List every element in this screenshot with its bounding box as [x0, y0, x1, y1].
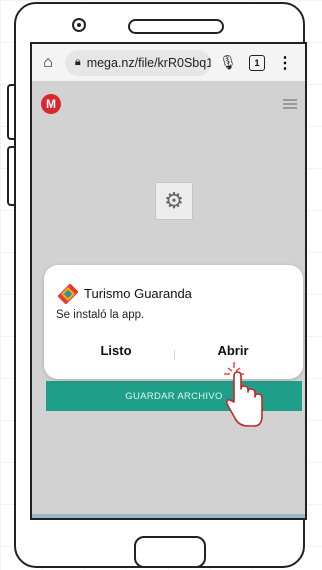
- tab-count: 1: [254, 57, 260, 68]
- address-bar[interactable]: 🔒︎ mega.nz/file/krR0Sbq1: [65, 49, 211, 76]
- home-icon[interactable]: ⌂: [37, 54, 59, 72]
- dismiss-button[interactable]: Listo: [72, 343, 160, 365]
- lock-icon: 🔒︎: [74, 56, 81, 68]
- button-divider: [174, 350, 175, 360]
- more-icon[interactable]: ⋮: [275, 53, 295, 73]
- app-name: Turismo Guaranda: [84, 286, 192, 301]
- file-gear-icon: ⚙: [155, 182, 193, 220]
- phone-speaker: [128, 19, 224, 34]
- browser-toolbar: ⌂ 🔒︎ mega.nz/file/krR0Sbq1 🎙︎ 1 ⋮: [32, 44, 305, 82]
- mega-logo-letter: M: [46, 97, 56, 111]
- install-message: Se instaló la app.: [56, 309, 145, 321]
- screen-bottom-strip: [32, 514, 305, 518]
- mega-logo[interactable]: M: [41, 94, 61, 114]
- mic-icon[interactable]: 🎙︎: [215, 54, 241, 71]
- url-text: mega.nz/file/krR0Sbq1: [86, 55, 211, 70]
- front-camera: [72, 18, 86, 32]
- save-file-label: GUARDAR ARCHIVO: [125, 390, 223, 402]
- app-logo-icon: [58, 284, 78, 304]
- mega-header: M: [32, 82, 305, 124]
- tabs-icon[interactable]: 1: [249, 54, 265, 71]
- hamburger-menu-icon[interactable]: [283, 99, 297, 109]
- phone-home-button[interactable]: [134, 536, 206, 568]
- tap-hand-cursor-icon: [224, 362, 263, 427]
